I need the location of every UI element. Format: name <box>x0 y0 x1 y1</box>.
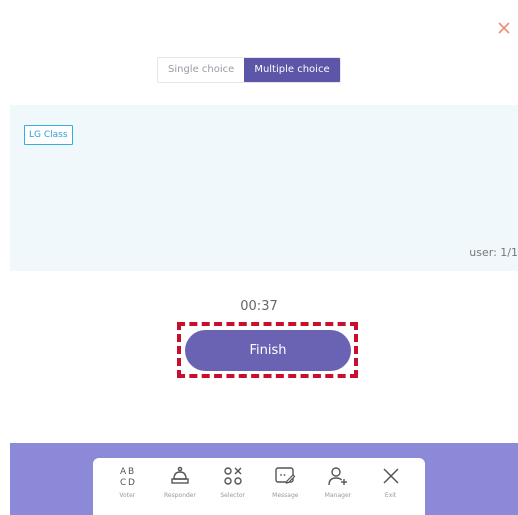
add-user-icon <box>328 467 347 486</box>
single-choice-tab[interactable]: Single choice <box>158 58 245 82</box>
svg-text:B: B <box>128 467 134 477</box>
exit-label: Exit <box>384 492 397 499</box>
bell-icon <box>171 466 189 484</box>
abcd-icon: A B C D <box>120 467 135 488</box>
svg-text:C: C <box>120 478 126 488</box>
bottom-bar: A B C D Voter Responder Selector Message… <box>10 443 518 515</box>
selector-label: Selector <box>220 492 245 499</box>
voter-label: Voter <box>119 492 136 499</box>
multiple-choice-tab[interactable]: Multiple choice <box>244 58 340 82</box>
class-badge: LG Class <box>24 125 73 145</box>
responder-label: Responder <box>164 492 196 499</box>
message-icon <box>275 467 296 484</box>
selector-button[interactable]: Selector <box>209 458 257 499</box>
finish-button[interactable]: Finish <box>185 330 351 371</box>
circles-x-icon <box>223 467 242 485</box>
timer: 00:37 <box>240 299 278 314</box>
close-button[interactable] <box>496 20 512 36</box>
exit-button[interactable]: Exit <box>367 458 415 499</box>
message-label: Message <box>272 492 299 499</box>
responder-button[interactable]: Responder <box>156 458 204 499</box>
manager-label: Manager <box>324 492 352 499</box>
mode-toggle: Single choice Multiple choice <box>157 57 341 83</box>
voter-button[interactable]: A B C D Voter <box>103 458 151 499</box>
participants-panel: LG Class user: 1/1 <box>10 105 518 271</box>
tool-dock: A B C D Voter Responder Selector Message… <box>93 458 425 515</box>
manager-button[interactable]: Manager <box>314 458 362 499</box>
svg-text:A: A <box>120 467 127 477</box>
message-button[interactable]: Message <box>261 458 309 499</box>
close-icon <box>498 22 510 34</box>
user-count: user: 1/1 <box>469 246 518 259</box>
close-icon <box>383 468 399 484</box>
svg-text:D: D <box>128 478 135 488</box>
